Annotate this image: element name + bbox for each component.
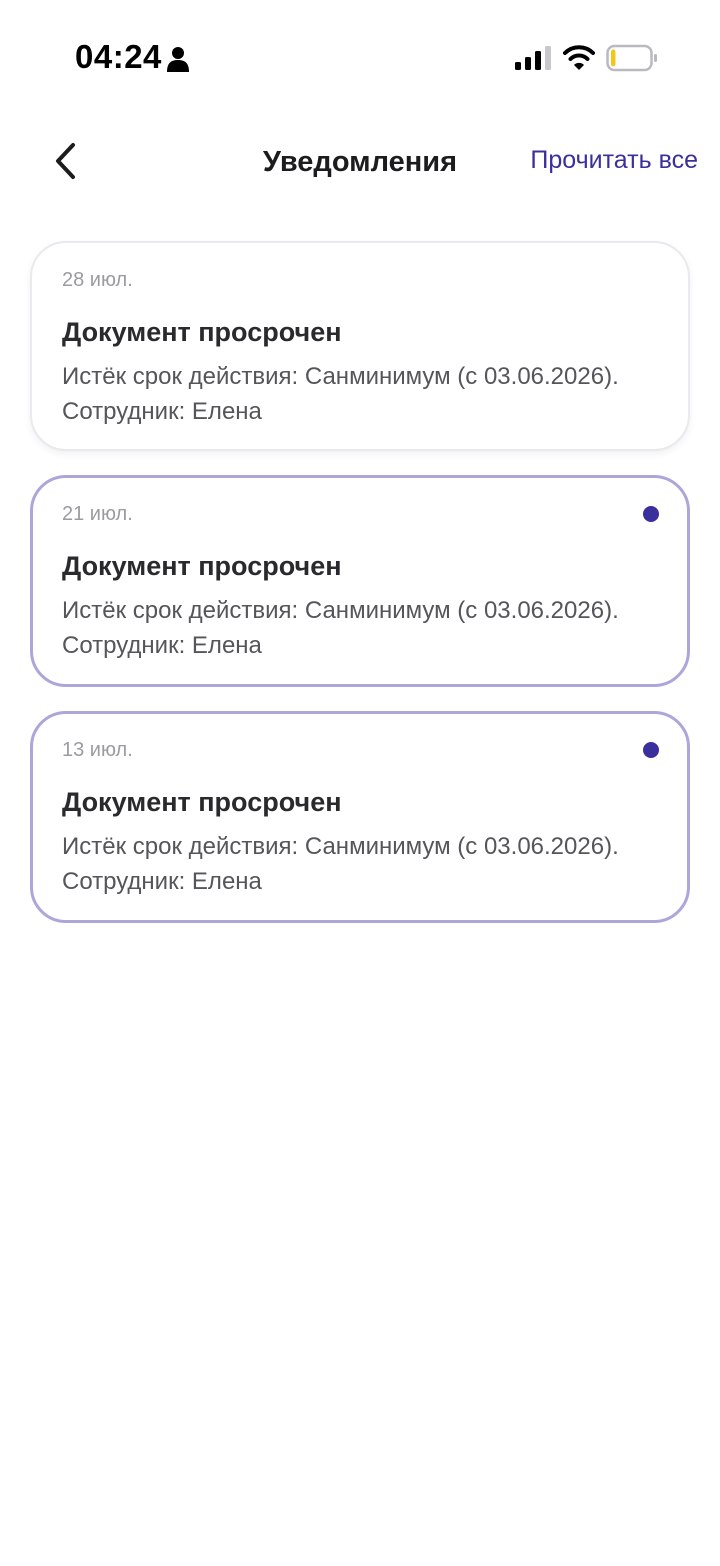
- notification-card[interactable]: 13 июл. Документ просрочен Истёк срок де…: [30, 711, 690, 923]
- unread-dot-icon: [643, 506, 659, 522]
- status-bar: 04:24: [0, 0, 720, 118]
- notifications-list: 28 июл. Документ просрочен Истёк срок де…: [30, 241, 690, 947]
- notification-text: Истёк срок действия: Санминимум (с 03.06…: [62, 363, 619, 425]
- notification-card[interactable]: 21 июл. Документ просрочен Истёк срок де…: [30, 475, 690, 687]
- notification-title: Документ просрочен: [62, 551, 342, 581]
- notification-title: Документ просрочен: [62, 317, 342, 347]
- wifi-icon: [563, 45, 595, 70]
- battery-icon: [606, 44, 657, 72]
- notification-text: Истёк срок действия: Санминимум (с 03.06…: [62, 597, 619, 659]
- notification-card[interactable]: 28 июл. Документ просрочен Истёк срок де…: [30, 241, 690, 451]
- notification-title: Документ просрочен: [62, 787, 342, 817]
- status-time: 04:24: [75, 38, 162, 75]
- signal-icon: [515, 46, 551, 70]
- unread-dot-icon: [643, 742, 659, 758]
- notification-date: 21 июл.: [62, 503, 133, 525]
- notification-date: 13 июл.: [62, 739, 133, 761]
- nav-header: Уведомления Прочитать все: [0, 118, 720, 208]
- person-icon: [167, 47, 189, 72]
- read-all-button[interactable]: Прочитать все: [530, 146, 698, 175]
- notification-text: Истёк срок действия: Санминимум (с 03.06…: [62, 833, 619, 895]
- notification-date: 28 июл.: [62, 269, 133, 291]
